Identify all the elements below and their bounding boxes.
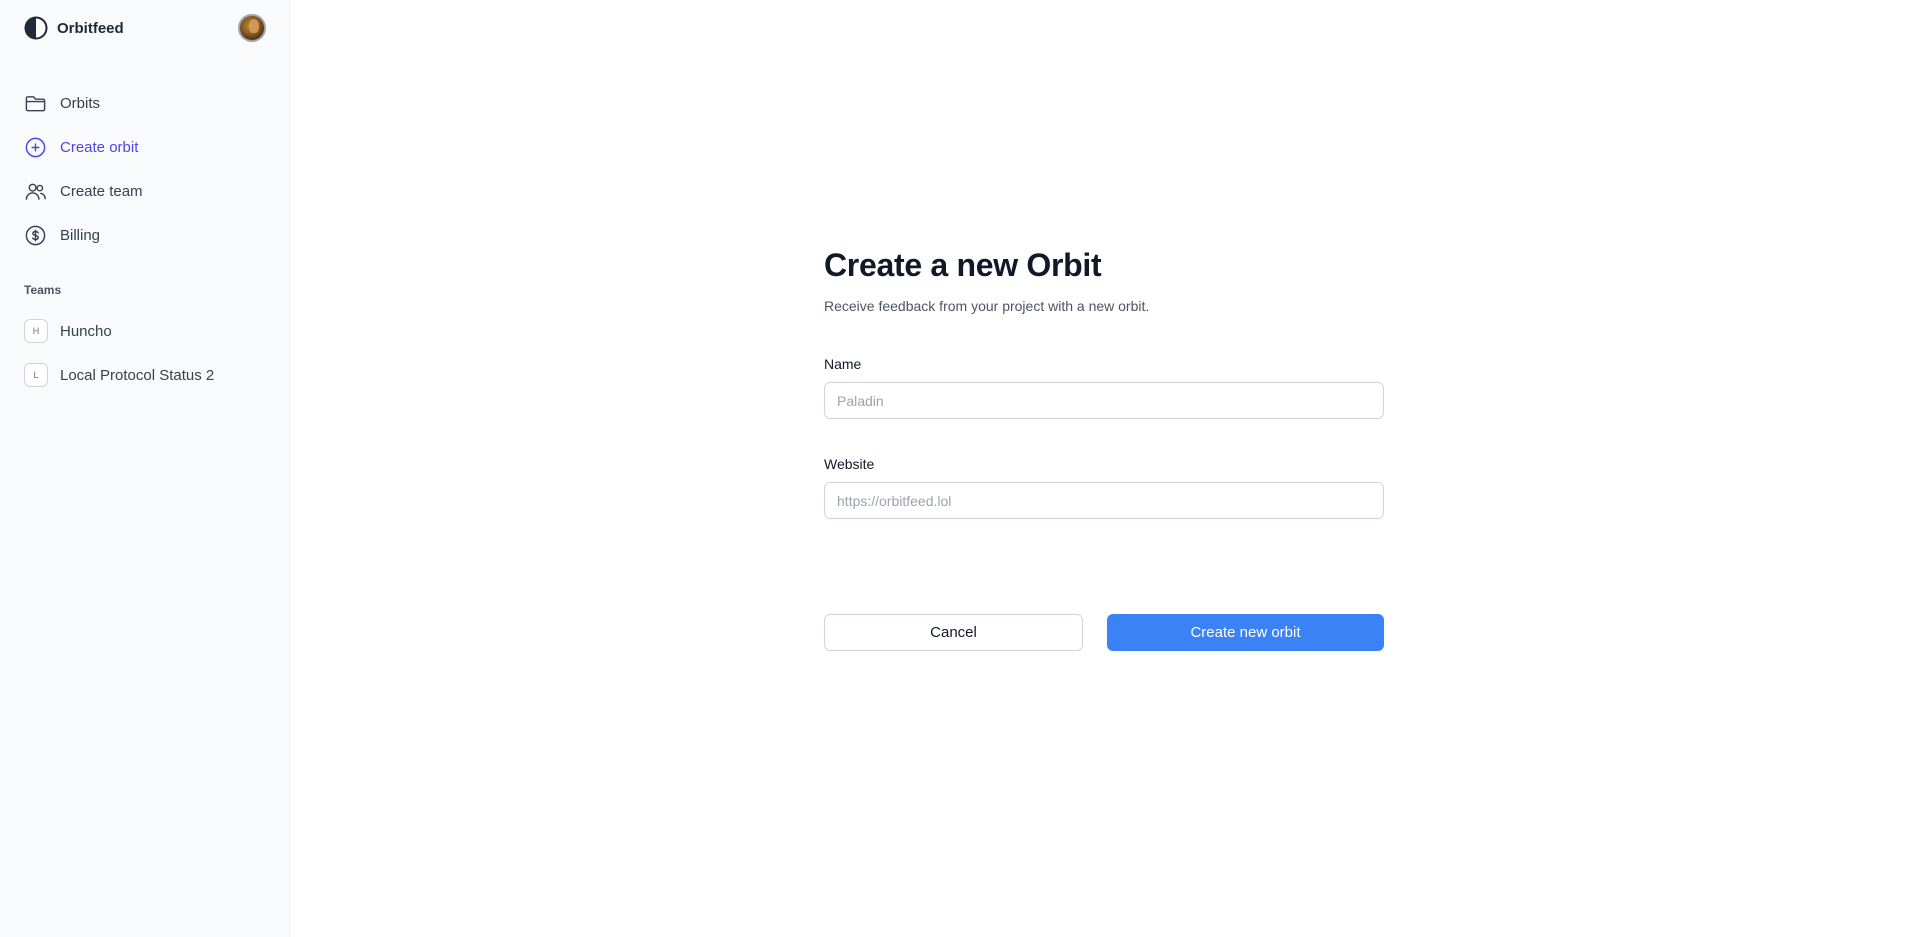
page-title: Create a new Orbit — [824, 247, 1102, 283]
team-item-huncho[interactable]: H Huncho — [24, 309, 277, 353]
team-label: Huncho — [60, 322, 112, 340]
page-subtitle: Receive feedback from your project with … — [824, 298, 1150, 314]
sidebar-item-label: Orbits — [60, 94, 101, 112]
sidebar-item-label: Create orbit — [60, 138, 139, 156]
folder-icon — [24, 92, 47, 115]
sidebar-nav: Orbits Create orbit Create team Billing — [24, 81, 277, 257]
team-initial-badge: H — [24, 319, 48, 343]
team-item-local-protocol-status-2[interactable]: L Local Protocol Status 2 — [24, 353, 277, 397]
sidebar-item-create-team[interactable]: Create team — [24, 169, 277, 213]
create-orbit-form: Create a new Orbit Receive feedback from… — [824, 246, 1384, 651]
app-root: Orbitfeed Orbits Create orbit Create tea… — [0, 0, 1915, 937]
name-input[interactable] — [824, 382, 1384, 419]
form-actions: Cancel Create new orbit — [824, 614, 1384, 651]
teams-heading: Teams — [24, 283, 62, 297]
teams-list: H Huncho L Local Protocol Status 2 — [24, 309, 277, 397]
sidebar-item-billing[interactable]: Billing — [24, 213, 277, 257]
half-circle-logo-icon — [24, 16, 48, 40]
sidebar-item-orbits[interactable]: Orbits — [24, 81, 277, 125]
team-initial-badge: L — [24, 363, 48, 387]
plus-circle-icon — [24, 136, 47, 159]
main-content: Create a new Orbit Receive feedback from… — [290, 0, 1915, 937]
brand-row: Orbitfeed — [24, 14, 266, 42]
user-avatar[interactable] — [238, 14, 266, 42]
cancel-button[interactable]: Cancel — [824, 614, 1083, 651]
name-label: Name — [824, 356, 862, 372]
website-input[interactable] — [824, 482, 1384, 519]
create-orbit-button[interactable]: Create new orbit — [1107, 614, 1384, 651]
sidebar: Orbitfeed Orbits Create orbit Create tea… — [0, 0, 290, 937]
users-icon — [24, 180, 47, 203]
sidebar-item-label: Billing — [60, 226, 101, 244]
brand[interactable]: Orbitfeed — [24, 16, 124, 40]
dollar-circle-icon — [24, 224, 47, 247]
sidebar-item-create-orbit[interactable]: Create orbit — [24, 125, 277, 169]
team-label: Local Protocol Status 2 — [60, 366, 215, 384]
website-label: Website — [824, 456, 875, 472]
brand-name: Orbitfeed — [57, 19, 124, 37]
sidebar-item-label: Create team — [60, 182, 143, 200]
